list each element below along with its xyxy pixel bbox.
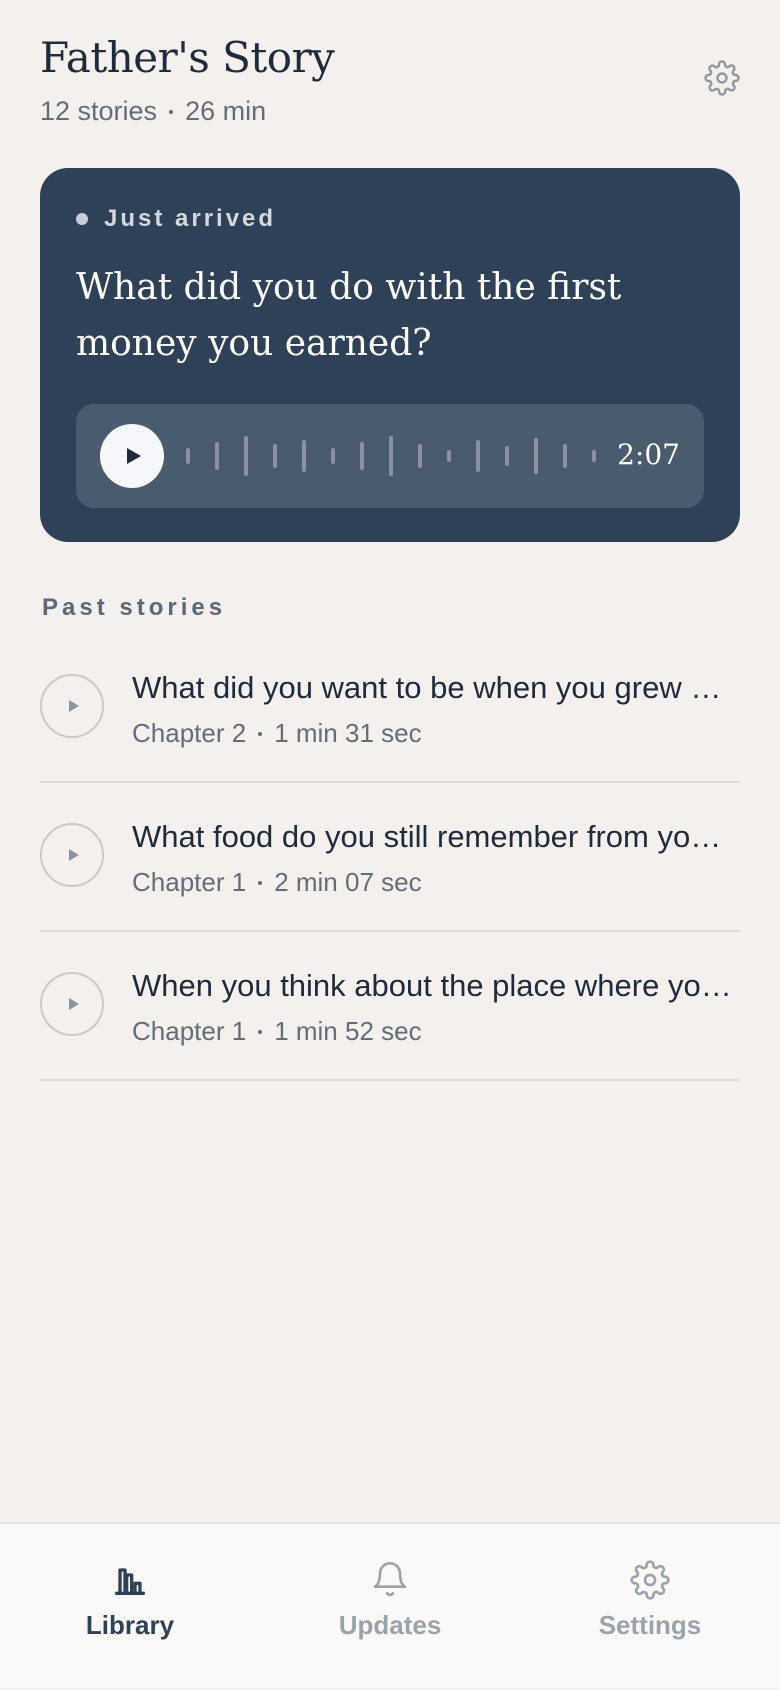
separator-dot (258, 880, 263, 885)
separator-dot (258, 1029, 263, 1034)
past-stories-list: What did you want to be when you grew up… (40, 634, 740, 1081)
waveform-bar (302, 440, 306, 472)
story-meta: Chapter 2 1 min 31 sec (132, 718, 422, 749)
play-icon[interactable] (40, 674, 104, 738)
story-length: 2 min 07 sec (274, 867, 422, 897)
story-summary: 12 stories 26 min (40, 96, 740, 127)
bell-icon (373, 1562, 407, 1597)
story-meta: Chapter 1 2 min 07 sec (132, 867, 422, 898)
waveform[interactable] (186, 404, 596, 508)
waveform-bar (592, 450, 596, 462)
waveform-bar (186, 448, 190, 464)
audio-player: 2:07 (76, 404, 704, 508)
header: Father's Story 12 stories 26 min (40, 28, 740, 127)
just-arrived-tag: Just arrived (76, 204, 704, 234)
page-title: Father's Story (40, 33, 335, 82)
story-chapter: Chapter 1 (132, 1016, 247, 1046)
waveform-bar (389, 436, 393, 476)
waveform-bar (273, 444, 277, 468)
story-chapter: Chapter 2 (132, 718, 247, 748)
list-item[interactable]: When you think about the place where you… (40, 932, 740, 1081)
story-length: 1 min 31 sec (274, 718, 422, 748)
waveform-bar (215, 442, 219, 470)
separator-dot (169, 109, 174, 114)
waveform-bar (244, 436, 248, 476)
waveform-bar (447, 450, 451, 462)
story-question: What did you do with the first money you… (76, 267, 622, 364)
story-title: What did you want to be when you grew up… (132, 670, 732, 705)
play-icon[interactable] (100, 424, 164, 488)
waveform-bar (563, 444, 567, 468)
waveform-bar (360, 442, 364, 470)
story-title: When you think about the place where you… (132, 968, 732, 1003)
story-meta: Chapter 1 1 min 52 sec (132, 1016, 422, 1047)
new-story-card[interactable]: Just arrived What did you do with the fi… (40, 168, 740, 542)
tab-label: Library (85, 1610, 175, 1640)
bottom-tab-bar: Library Updates Settings (0, 1522, 780, 1688)
waveform-bar (505, 446, 509, 466)
status-dot-icon (76, 213, 88, 225)
audio-duration: 2:07 (617, 438, 680, 471)
waveform-bar (534, 438, 538, 474)
tab-label: Settings (598, 1610, 702, 1640)
gear-icon (630, 1560, 670, 1600)
waveform-bar (331, 448, 335, 464)
library-icon (115, 1568, 145, 1595)
waveform-bar (476, 440, 480, 472)
play-icon[interactable] (40, 823, 104, 887)
tab-label: Updates (338, 1610, 442, 1640)
tag-label: Just arrived (104, 205, 277, 232)
section-heading: Past stories (42, 594, 227, 621)
list-item[interactable]: What did you want to be when you grew up… (40, 634, 740, 783)
total-duration: 26 min (185, 96, 267, 126)
play-icon[interactable] (40, 972, 104, 1036)
story-count: 12 stories (40, 96, 158, 126)
separator-dot (258, 731, 263, 736)
story-chapter: Chapter 1 (132, 867, 247, 897)
gear-icon[interactable] (704, 60, 740, 96)
tab-settings[interactable]: Settings (520, 1524, 780, 1690)
tab-library[interactable]: Library (0, 1524, 260, 1690)
list-item[interactable]: What food do you still remember from you… (40, 783, 740, 932)
story-title: What food do you still remember from you… (132, 819, 732, 854)
story-length: 1 min 52 sec (274, 1016, 422, 1046)
tab-updates[interactable]: Updates (260, 1524, 520, 1690)
waveform-bar (418, 444, 422, 468)
